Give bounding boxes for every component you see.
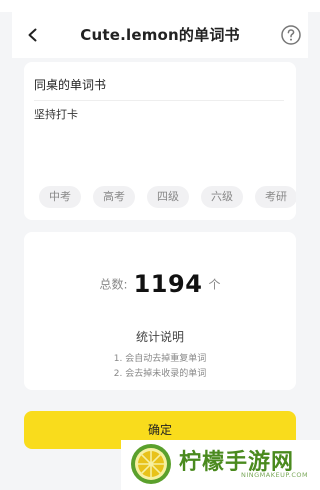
help-icon xyxy=(281,25,301,45)
tag-gaokao[interactable]: 高考 xyxy=(93,186,135,208)
page-title: Cute.lemon的单词书 xyxy=(80,26,240,44)
nav-header: Cute.lemon的单词书 xyxy=(12,12,308,58)
notebook-info-card: 同桌的单词书 坚持打卡 中考 高考 四级 六级 考研 xyxy=(24,62,296,220)
total-count: 1194 xyxy=(133,270,203,298)
tag-kaoyan[interactable]: 考研 xyxy=(255,186,296,208)
site-watermark: 柠檬手游网 NINGMAKEUP.COM xyxy=(121,440,320,490)
help-button[interactable] xyxy=(280,24,302,46)
tag-zhongkao[interactable]: 中考 xyxy=(39,186,81,208)
lemon-logo-icon xyxy=(131,444,171,484)
stats-card: 总数: 1194 个 统计说明 1. 会自动去掉重复单词 2. 会去掉未收录的单… xyxy=(24,232,296,390)
tag-cet6[interactable]: 六级 xyxy=(201,186,243,208)
watermark-url: NINGMAKEUP.COM xyxy=(241,471,309,479)
tag-cet4[interactable]: 四级 xyxy=(147,186,189,208)
stats-note: 2. 会去掉未收录的单词 xyxy=(113,369,207,379)
word-total: 总数: 1194 个 xyxy=(24,270,296,298)
stats-title: 统计说明 xyxy=(135,330,184,344)
notebook-name-input[interactable]: 同桌的单词书 xyxy=(34,72,284,101)
total-unit: 个 xyxy=(208,277,221,292)
tag-list: 中考 高考 四级 六级 考研 xyxy=(39,186,296,210)
stats-note: 1. 会自动去掉重复单词 xyxy=(113,354,207,364)
notebook-description-input[interactable]: 坚持打卡 xyxy=(34,106,284,176)
total-label: 总数: xyxy=(99,277,128,292)
